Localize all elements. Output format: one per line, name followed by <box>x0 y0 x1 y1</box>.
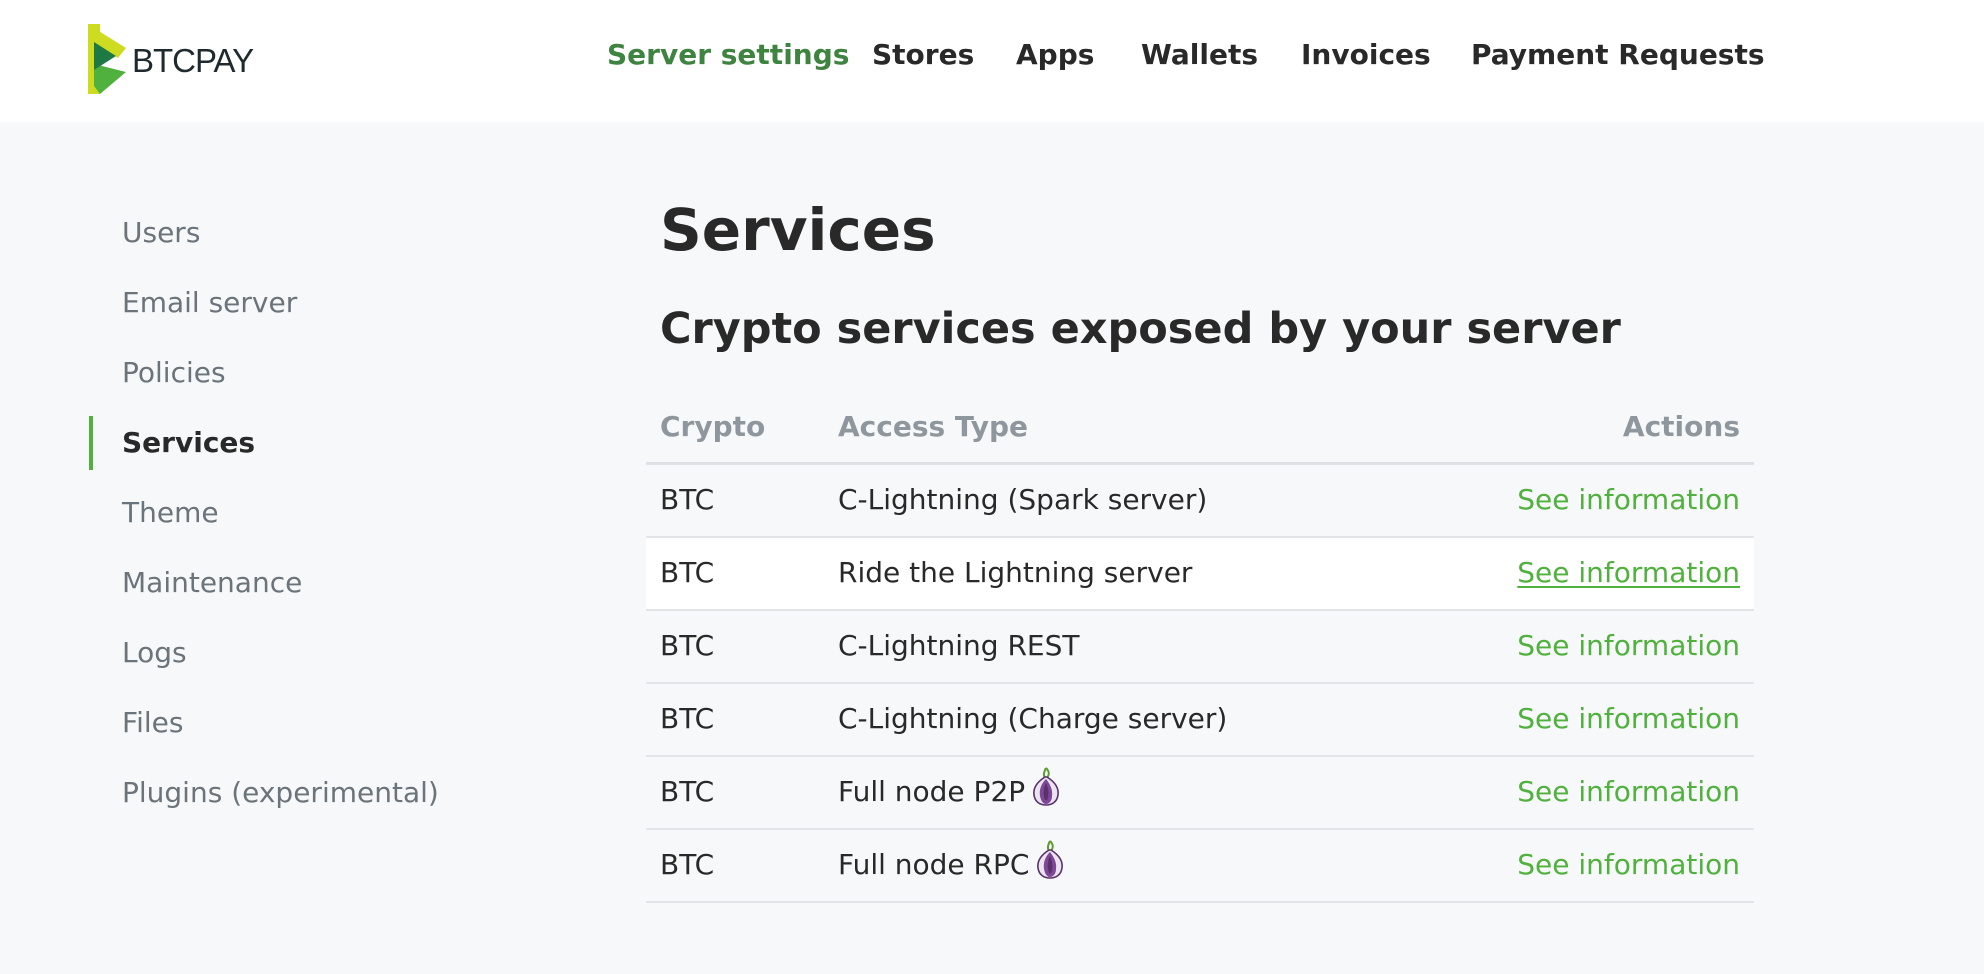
access-type-cell: C-Lightning (Charge server) <box>838 702 1227 735</box>
table-row: BTC C-Lightning REST See information <box>646 611 1754 684</box>
action-cell: See information <box>1517 556 1740 589</box>
nav-apps[interactable]: Apps <box>1016 38 1094 71</box>
table-row: BTC C-Lightning (Charge server) See info… <box>646 684 1754 757</box>
sidebar-item-plugins[interactable]: Plugins (experimental) <box>122 776 439 809</box>
see-information-link[interactable]: See information <box>1517 483 1740 516</box>
sidebar-item-policies[interactable]: Policies <box>122 356 226 389</box>
see-information-link[interactable]: See information <box>1517 848 1740 881</box>
sidebar-item-theme[interactable]: Theme <box>122 496 219 529</box>
tor-onion-icon <box>1037 839 1064 879</box>
crypto-cell: BTC <box>660 629 715 662</box>
top-navbar: BTCPAY Server settings Stores Apps Walle… <box>0 0 1984 122</box>
access-type-label: C-Lightning (Spark server) <box>838 483 1208 516</box>
access-type-label: C-Lightning (Charge server) <box>838 702 1228 735</box>
table-row: BTC C-Lightning (Spark server) See infor… <box>646 465 1754 538</box>
action-cell: See information <box>1517 848 1740 881</box>
column-header-access-type: Access Type <box>838 410 1028 443</box>
see-information-link[interactable]: See information <box>1517 556 1740 589</box>
crypto-cell: BTC <box>660 775 715 808</box>
see-information-link[interactable]: See information <box>1517 629 1740 662</box>
section-title: Crypto services exposed by your server <box>660 304 1621 354</box>
nav-wallets[interactable]: Wallets <box>1141 38 1258 71</box>
sidebar-active-indicator <box>89 416 93 470</box>
table-row: BTC Full node RPC See information <box>646 830 1754 903</box>
services-table: Crypto Access Type Actions BTC C-Lightni… <box>646 400 1754 903</box>
access-type-cell: Full node P2P <box>838 766 1061 808</box>
sidebar-item-logs[interactable]: Logs <box>122 636 187 669</box>
access-type-label: Full node RPC <box>838 848 1030 881</box>
action-cell: See information <box>1517 629 1740 662</box>
tor-onion-icon <box>1033 766 1060 806</box>
access-type-cell: C-Lightning (Spark server) <box>838 483 1207 516</box>
btcpay-logo[interactable]: BTCPAY <box>86 24 254 94</box>
nav-stores[interactable]: Stores <box>872 38 974 71</box>
crypto-cell: BTC <box>660 556 715 589</box>
crypto-cell: BTC <box>660 848 715 881</box>
access-type-label: C-Lightning REST <box>838 629 1080 662</box>
crypto-cell: BTC <box>660 702 715 735</box>
nav-invoices[interactable]: Invoices <box>1301 38 1431 71</box>
access-type-cell: C-Lightning REST <box>838 629 1080 662</box>
sidebar-item-maintenance[interactable]: Maintenance <box>122 566 302 599</box>
crypto-cell: BTC <box>660 483 715 516</box>
access-type-label: Full node P2P <box>838 775 1026 808</box>
see-information-link[interactable]: See information <box>1517 775 1740 808</box>
sidebar-item-email-server[interactable]: Email server <box>122 286 297 319</box>
access-type-cell: Full node RPC <box>838 839 1065 881</box>
column-header-crypto: Crypto <box>660 410 766 443</box>
access-type-cell: Ride the Lightning server <box>838 556 1192 589</box>
table-row: BTC Full node P2P See information <box>646 757 1754 830</box>
nav-payment-requests[interactable]: Payment Requests <box>1471 38 1765 71</box>
action-cell: See information <box>1517 483 1740 516</box>
sidebar-item-users[interactable]: Users <box>122 216 200 249</box>
page-title: Services <box>660 196 936 264</box>
action-cell: See information <box>1517 775 1740 808</box>
btcpay-logo-icon <box>88 24 126 94</box>
access-type-label: Ride the Lightning server <box>838 556 1193 589</box>
table-row: BTC Ride the Lightning server See inform… <box>646 538 1754 611</box>
column-header-actions: Actions <box>1622 410 1740 443</box>
logo-text: BTCPAY <box>132 42 254 79</box>
see-information-link[interactable]: See information <box>1517 702 1740 735</box>
table-header: Crypto Access Type Actions <box>646 400 1754 465</box>
nav-server-settings[interactable]: Server settings <box>607 38 849 71</box>
action-cell: See information <box>1517 702 1740 735</box>
sidebar-item-files[interactable]: Files <box>122 706 183 739</box>
sidebar-item-services[interactable]: Services <box>122 426 255 459</box>
